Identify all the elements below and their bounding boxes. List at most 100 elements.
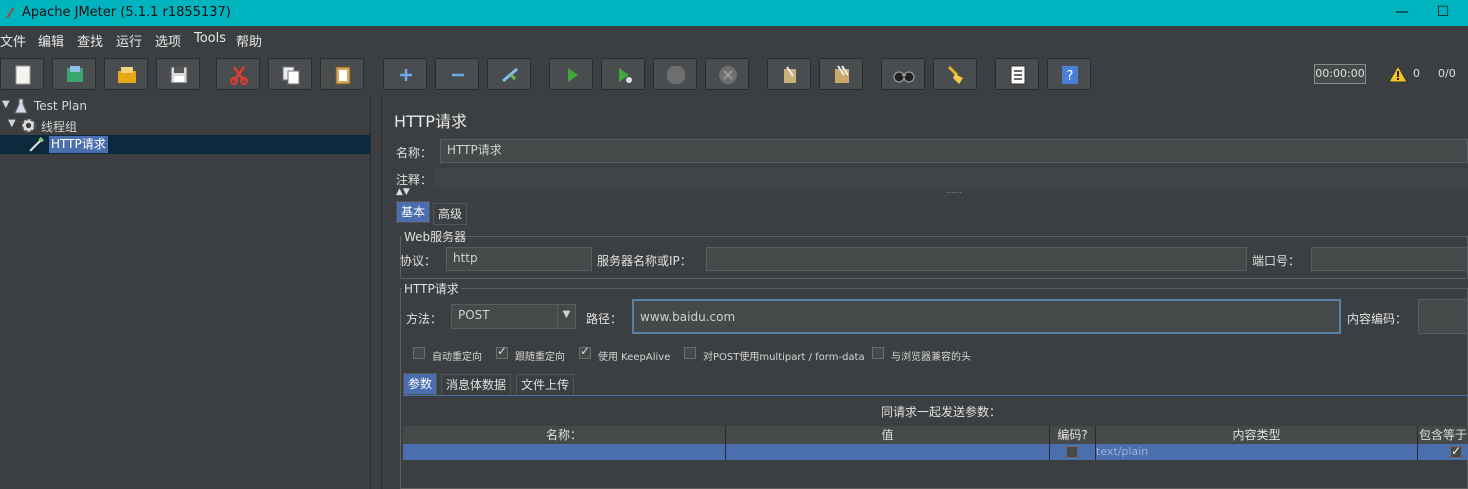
chevron-down-icon[interactable]: ▼	[2, 99, 10, 110]
server-name-input[interactable]	[706, 247, 1247, 271]
col-header-name[interactable]: 名称：	[403, 426, 726, 444]
menu-bar: 文件 编辑 查找 运行 选项 Tools 帮助	[0, 26, 1468, 52]
encode-checkbox[interactable]	[1066, 446, 1078, 458]
minus-icon	[452, 73, 464, 77]
tab-underline	[403, 395, 1468, 396]
cell-name[interactable]	[403, 444, 726, 460]
keepalive-checkbox[interactable]: ✓	[579, 344, 591, 359]
method-value: POST	[458, 308, 490, 322]
path-label: 路径：	[586, 312, 623, 326]
menu-help[interactable]: 帮助	[236, 31, 262, 50]
col-header-value[interactable]: 值	[726, 426, 1050, 444]
method-select[interactable]: POST ▼	[451, 304, 576, 329]
tree-item-label: Test Plan	[34, 99, 87, 113]
menu-options[interactable]: 选项	[155, 31, 181, 50]
collapse-arrows-icon[interactable]: ▲▼	[396, 187, 410, 197]
table-row[interactable]: text/plain ✓	[403, 444, 1468, 460]
col-header-encode[interactable]: 编码?	[1050, 426, 1096, 444]
cell-value[interactable]	[726, 444, 1050, 460]
stop-button[interactable]	[653, 58, 697, 90]
collapse-all-button[interactable]	[435, 58, 479, 90]
tree-item-thread-group[interactable]: ▼ 线程组	[0, 116, 370, 135]
cell-encode[interactable]	[1050, 444, 1096, 460]
include-equals-checkbox[interactable]: ✓	[1450, 444, 1462, 458]
copy-icon	[282, 66, 300, 85]
new-button[interactable]	[0, 58, 44, 90]
col-header-include-equals[interactable]: 包含等于	[1418, 426, 1468, 444]
menu-file[interactable]: 文件	[0, 31, 26, 50]
chevron-down-icon[interactable]: ▼	[8, 118, 16, 129]
split-pane-divider[interactable]	[370, 96, 382, 489]
browser-headers-checkbox[interactable]	[872, 347, 884, 359]
checkmark-icon: ✓	[497, 344, 508, 358]
binoculars-icon	[893, 71, 915, 83]
open-button[interactable]	[104, 58, 148, 90]
protocol-input[interactable]: http	[446, 247, 592, 271]
copy-button[interactable]	[268, 58, 312, 90]
title-bar: Apache JMeter (5.1.1 r1855137) — ☐	[0, 0, 1468, 26]
warning-icon[interactable]	[1388, 65, 1408, 83]
tree-item-test-plan[interactable]: ▼ Test Plan	[0, 97, 370, 116]
port-input[interactable]	[1311, 247, 1468, 271]
expand-all-button[interactable]	[383, 58, 427, 90]
reset-search-button[interactable]	[933, 58, 977, 90]
multipart-checkbox[interactable]	[684, 347, 696, 359]
save-button[interactable]	[156, 58, 200, 90]
jmeter-feather-icon	[6, 7, 14, 18]
paste-button[interactable]	[320, 58, 364, 90]
function-helper-button[interactable]	[995, 58, 1039, 90]
tab-file-upload[interactable]: 文件上传	[516, 374, 575, 396]
content-type-value: text/plain	[1096, 445, 1149, 458]
tree-item-http-request[interactable]: HTTP请求	[0, 135, 370, 154]
clear-all-icon	[835, 65, 849, 83]
gear-icon	[21, 118, 36, 133]
col-header-content-type[interactable]: 内容类型	[1096, 426, 1418, 444]
auto-redirect-label: 自动重定向	[432, 352, 482, 363]
cell-content-type[interactable]: text/plain	[1096, 444, 1418, 460]
search-button[interactable]	[881, 58, 925, 90]
checkmark-icon: ✓	[580, 344, 591, 358]
start-no-pause-icon	[619, 68, 632, 83]
start-button[interactable]	[549, 58, 593, 90]
params-table-header: 名称： 值 编码? 内容类型 包含等于	[403, 426, 1468, 445]
keepalive-label: 使用 KeepAlive	[598, 352, 671, 363]
tab-basic[interactable]: 基本	[396, 201, 431, 223]
follow-redirect-checkbox[interactable]: ✓	[496, 344, 508, 359]
path-input[interactable]: www.baidu.com	[632, 299, 1341, 334]
menu-search[interactable]: 查找	[77, 31, 103, 50]
name-label: 名称：	[396, 146, 433, 160]
params-caption: 同请求一起发送参数：	[881, 405, 1002, 419]
page-title: HTTP请求	[394, 112, 467, 131]
window-title: Apache JMeter (5.1.1 r1855137)	[22, 5, 231, 20]
auto-redirect-checkbox[interactable]	[413, 347, 425, 359]
tab-parameters[interactable]: 参数	[403, 373, 438, 395]
cell-include-equals[interactable]: ✓	[1418, 444, 1468, 460]
plus-icon	[400, 69, 412, 81]
chevron-down-icon[interactable]: ▼	[557, 305, 575, 328]
toggle-button[interactable]	[487, 58, 531, 90]
stop-icon	[667, 66, 685, 84]
help-button[interactable]: ?	[1047, 58, 1091, 90]
svg-text:?: ?	[1067, 69, 1074, 84]
maximize-button[interactable]: ☐	[1433, 3, 1453, 21]
menu-run[interactable]: 运行	[116, 31, 142, 50]
web-server-title: Web服务器	[402, 228, 469, 245]
broom-icon	[947, 65, 963, 84]
resize-grip-icon[interactable]: ⋯⋯	[946, 188, 962, 197]
flask-icon	[14, 98, 28, 114]
clear-all-button[interactable]	[819, 58, 863, 90]
content-encoding-input[interactable]	[1418, 299, 1468, 334]
cut-button[interactable]	[216, 58, 260, 90]
clear-button[interactable]	[767, 58, 811, 90]
toolbar: ?	[0, 52, 1468, 96]
templates-button[interactable]	[52, 58, 96, 90]
start-no-pause-button[interactable]	[601, 58, 645, 90]
tab-advanced[interactable]: 高级	[433, 203, 468, 225]
menu-edit[interactable]: 编辑	[38, 31, 64, 50]
menu-tools[interactable]: Tools	[194, 31, 226, 46]
tab-body-data[interactable]: 消息体数据	[441, 374, 512, 396]
minimize-button[interactable]: —	[1392, 3, 1412, 21]
shutdown-button[interactable]	[705, 58, 749, 90]
comment-input[interactable]	[434, 168, 1468, 188]
name-input[interactable]: HTTP请求	[440, 139, 1468, 163]
